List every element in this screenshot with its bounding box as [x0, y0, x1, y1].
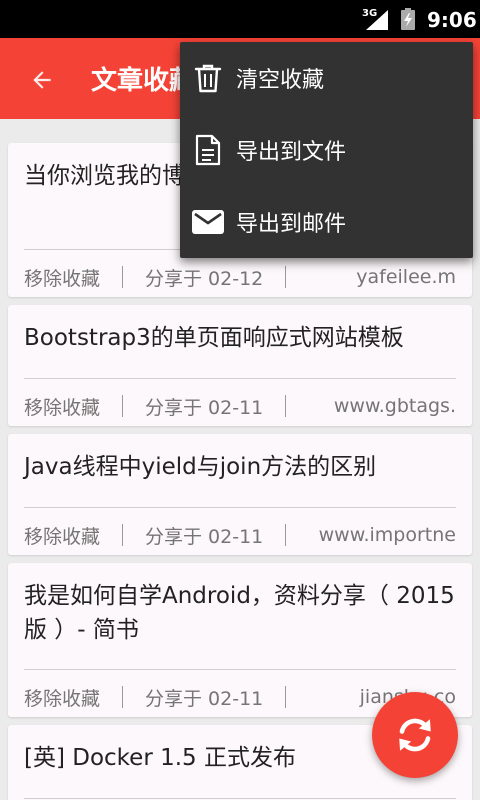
- menu-item-clear-favorites[interactable]: 清空收藏: [180, 42, 473, 114]
- footer-separator: [285, 266, 287, 288]
- share-date: 分享于 02-11: [145, 396, 264, 419]
- card-divider: [24, 798, 456, 799]
- menu-item-label: 导出到邮件: [236, 212, 347, 237]
- share-date: 分享于 02-12: [145, 267, 264, 290]
- remove-favorite-button[interactable]: 移除收藏: [24, 264, 100, 291]
- footer-separator: [285, 524, 287, 546]
- email-icon: [192, 206, 224, 238]
- footer-separator: [122, 524, 124, 546]
- document-icon: [192, 134, 224, 166]
- card-footer: 移除收藏 分享于 02-11 www.gbtags.: [24, 386, 456, 426]
- share-date: 分享于 02-11: [145, 687, 264, 710]
- back-button[interactable]: [22, 60, 62, 100]
- source-link[interactable]: www.gbtags.: [308, 395, 456, 417]
- menu-item-export-file[interactable]: 导出到文件: [180, 114, 473, 186]
- menu-item-label: 导出到文件: [236, 140, 347, 165]
- remove-favorite-button[interactable]: 移除收藏: [24, 522, 100, 549]
- card-footer: 移除收藏 分享于 02-12 yafeilee.m: [24, 257, 456, 297]
- card-divider: [24, 669, 456, 670]
- article-card[interactable]: Bootstrap3的单页面响应式网站模板 移除收藏 分享于 02-11 www…: [8, 305, 472, 426]
- battery-charging-icon: [401, 8, 415, 30]
- footer-separator: [122, 395, 124, 417]
- share-date: 分享于 02-11: [145, 525, 264, 548]
- overflow-menu: 清空收藏 导出到文件 导出到邮件: [180, 42, 473, 258]
- refresh-button[interactable]: [372, 692, 458, 778]
- clock: 9:06: [427, 8, 477, 32]
- trash-icon: [192, 62, 224, 94]
- footer-separator: [122, 686, 124, 708]
- remove-favorite-button[interactable]: 移除收藏: [24, 684, 100, 711]
- refresh-icon: [399, 718, 431, 752]
- footer-separator: [285, 395, 287, 417]
- footer-separator: [122, 266, 124, 288]
- menu-item-export-email[interactable]: 导出到邮件: [180, 186, 473, 258]
- source-link[interactable]: yafeilee.m: [308, 266, 456, 288]
- remove-favorite-button[interactable]: 移除收藏: [24, 393, 100, 420]
- status-bar: 3G 9:06: [0, 0, 480, 38]
- arrow-back-icon: [33, 71, 51, 89]
- card-footer: 移除收藏 分享于 02-11 www.importne: [24, 515, 456, 555]
- signal-icon: [366, 10, 388, 30]
- article-title: Bootstrap3的单页面响应式网站模板: [24, 325, 404, 351]
- source-link[interactable]: www.importne: [308, 524, 456, 546]
- article-card[interactable]: Java线程中yield与join方法的区别 移除收藏 分享于 02-11 ww…: [8, 434, 472, 555]
- footer-separator: [285, 686, 287, 708]
- menu-item-label: 清空收藏: [236, 68, 325, 93]
- card-divider: [24, 507, 456, 508]
- article-title: 我是如何自学Android，资料分享（ 2015 版 ）- 简书: [24, 583, 455, 643]
- article-title: Java线程中yield与join方法的区别: [24, 454, 377, 480]
- card-divider: [24, 378, 456, 379]
